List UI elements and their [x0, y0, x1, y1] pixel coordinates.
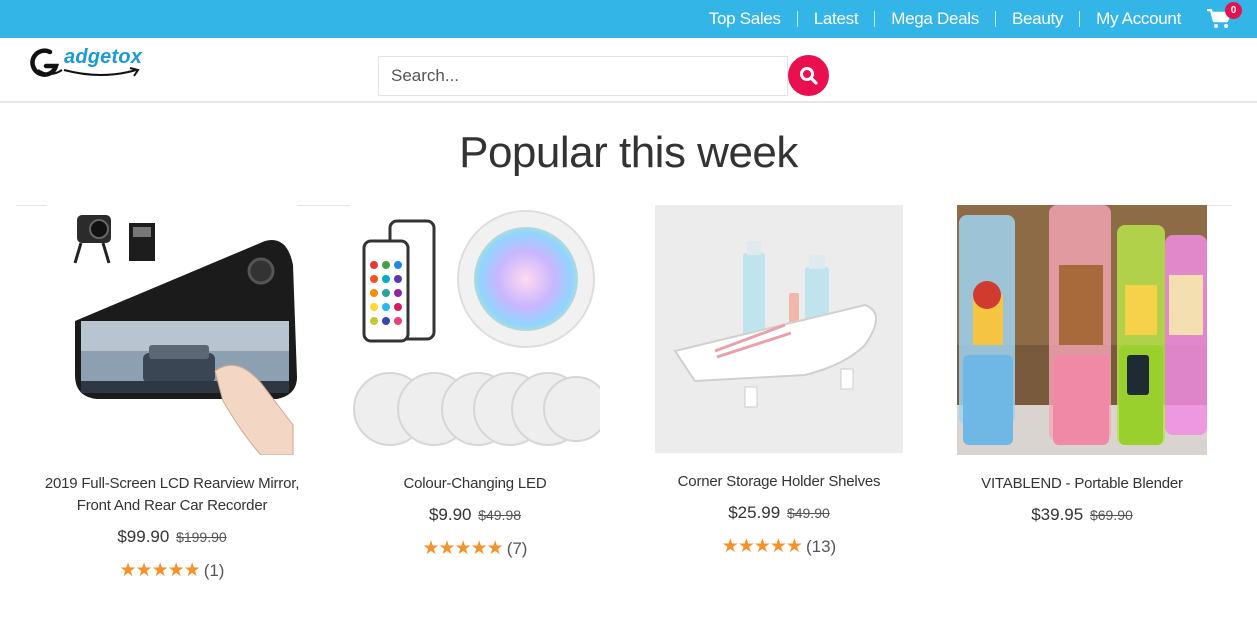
review-count: (13) — [805, 536, 837, 556]
old-price: $199.90 — [176, 529, 227, 545]
product-rating: ★★★★★ (7) — [325, 537, 625, 560]
section-title: Popular this week — [459, 128, 798, 177]
current-price: $25.99 — [728, 503, 781, 522]
review-count: (1) — [203, 560, 225, 580]
product-rating: ★★★★★ (1) — [22, 559, 322, 582]
product-card[interactable]: Colour-Changing LED $9.90 $49.98 ★★★★★ (… — [325, 205, 625, 560]
logo-smile-icon — [63, 67, 140, 77]
product-title[interactable]: Corner Storage Holder Shelves — [629, 471, 929, 493]
product-rating: ★★★★★ (13) — [629, 535, 929, 558]
rating-stars: ★★★★★ — [422, 538, 504, 559]
product-card[interactable]: VITABLEND - Portable Blender $39.95 $69.… — [932, 205, 1232, 525]
search-input[interactable] — [378, 56, 788, 96]
old-price: $69.90 — [1089, 507, 1133, 523]
product-card[interactable]: 2019 Full-Screen LCD Rearview Mirror, Fr… — [22, 205, 322, 582]
nav-top-sales[interactable]: Top Sales — [693, 0, 797, 38]
nav-my-account[interactable]: My Account — [1080, 0, 1197, 38]
cart-count-badge: 0 — [1225, 2, 1242, 19]
logo[interactable]: adgetox — [28, 44, 148, 84]
search-icon — [800, 67, 818, 85]
old-price: $49.98 — [478, 507, 522, 523]
product-title[interactable]: Colour-Changing LED — [325, 473, 625, 495]
product-image-led[interactable] — [350, 205, 600, 455]
product-title[interactable]: 2019 Full-Screen LCD Rearview Mirror, Fr… — [22, 473, 322, 517]
product-price: $25.99 $49.90 — [629, 503, 929, 523]
review-count: (7) — [506, 538, 528, 558]
product-image-mirror[interactable] — [47, 205, 297, 455]
product-title[interactable]: VITABLEND - Portable Blender — [932, 473, 1232, 495]
top-bar: Top Sales Latest Mega Deals Beauty My Ac… — [0, 0, 1257, 38]
product-price: $99.90 $199.90 — [22, 527, 322, 547]
product-card[interactable]: Corner Storage Holder Shelves $25.99 $49… — [629, 205, 929, 558]
rating-stars: ★★★★★ — [119, 560, 201, 581]
cart-button[interactable]: 0 — [1197, 0, 1257, 38]
current-price: $9.90 — [428, 505, 472, 524]
top-nav: Top Sales Latest Mega Deals Beauty My Ac… — [693, 0, 1257, 38]
current-price: $99.90 — [117, 527, 170, 546]
header: adgetox — [0, 38, 1257, 103]
product-price: $9.90 $49.98 — [325, 505, 625, 525]
current-price: $39.95 — [1031, 505, 1084, 524]
search-button[interactable] — [788, 55, 829, 96]
nav-beauty[interactable]: Beauty — [996, 0, 1079, 38]
product-price: $39.95 $69.90 — [932, 505, 1232, 525]
product-image-shelf[interactable] — [655, 205, 903, 453]
nav-latest[interactable]: Latest — [798, 0, 875, 38]
rating-stars: ★★★★★ — [721, 536, 803, 557]
old-price: $49.90 — [786, 505, 830, 521]
product-image-blender[interactable] — [957, 205, 1207, 455]
nav-mega-deals[interactable]: Mega Deals — [875, 0, 995, 38]
